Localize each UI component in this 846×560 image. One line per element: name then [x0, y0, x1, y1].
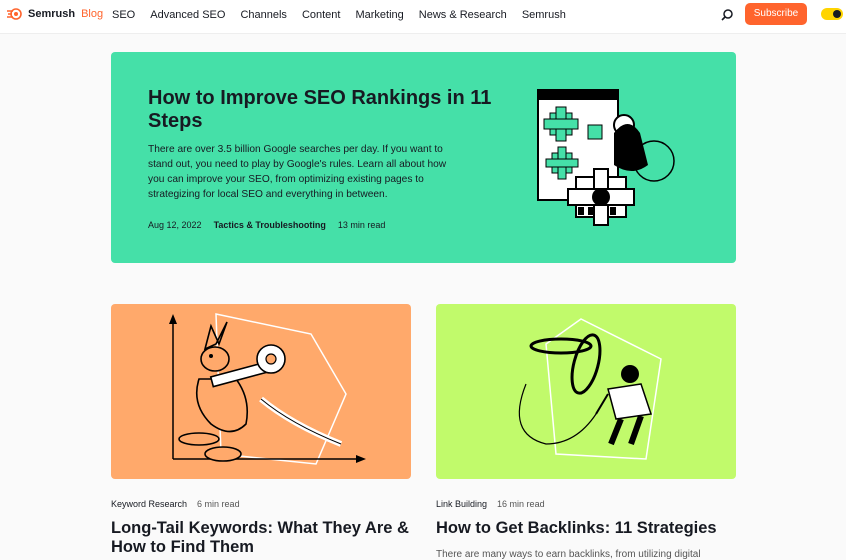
featured-article[interactable]: How to Improve SEO Rankings in 11 Steps …: [111, 52, 736, 263]
brand-name: Semrush: [28, 8, 76, 20]
article-card-image[interactable]: [436, 304, 736, 479]
nav-item-seo[interactable]: SEO: [112, 9, 135, 21]
card-read-time: 16 min read: [497, 499, 545, 509]
nav-item-content[interactable]: Content: [302, 9, 341, 21]
featured-title[interactable]: How to Improve SEO Rankings in 11 Steps: [148, 87, 508, 133]
kangaroo-key-illustration: [169, 313, 366, 465]
seo-gears-illustration: [537, 89, 675, 226]
featured-date: Aug 12, 2022: [148, 220, 202, 230]
featured-description: There are over 3.5 billion Google search…: [148, 144, 447, 200]
backlinks-hoop-illustration: [518, 318, 662, 460]
card-title[interactable]: Long-Tail Keywords: What They Are & How …: [111, 519, 411, 557]
card-title[interactable]: How to Get Backlinks: 11 Strategies: [436, 519, 736, 538]
semrush-blog-logo[interactable]: Semrush Blog: [6, 8, 103, 20]
featured-meta: Aug 12, 2022 Tactics & Troubleshooting 1…: [148, 220, 385, 230]
theme-toggle[interactable]: [821, 8, 843, 20]
top-navigation: Semrush Blog SEO Advanced SEO Channels C…: [0, 0, 846, 34]
toggle-knob: [833, 10, 841, 18]
card-category[interactable]: Link Building: [436, 499, 487, 509]
nav-item-semrush[interactable]: Semrush: [522, 9, 566, 21]
nav-item-marketing[interactable]: Marketing: [355, 9, 403, 21]
card-read-time: 6 min read: [197, 499, 240, 509]
main-menu: SEO Advanced SEO Channels Content Market…: [112, 9, 581, 21]
card-category[interactable]: Keyword Research: [111, 499, 187, 509]
card-description: There are many ways to earn backlinks, f…: [436, 549, 701, 560]
brand-section: Blog: [81, 8, 104, 20]
nav-item-news-research[interactable]: News & Research: [419, 9, 507, 21]
search-icon[interactable]: [720, 8, 734, 22]
subscribe-button[interactable]: Subscribe: [745, 3, 807, 25]
featured-category[interactable]: Tactics & Troubleshooting: [214, 220, 326, 230]
nav-item-advanced-seo[interactable]: Advanced SEO: [150, 9, 225, 21]
card-meta: Link Building 16 min read: [436, 499, 545, 509]
article-card-image[interactable]: [111, 304, 411, 479]
card-meta: Keyword Research 6 min read: [111, 499, 240, 509]
semrush-fire-icon: [7, 8, 22, 20]
nav-item-channels[interactable]: Channels: [240, 9, 286, 21]
featured-read-time: 13 min read: [337, 220, 386, 230]
